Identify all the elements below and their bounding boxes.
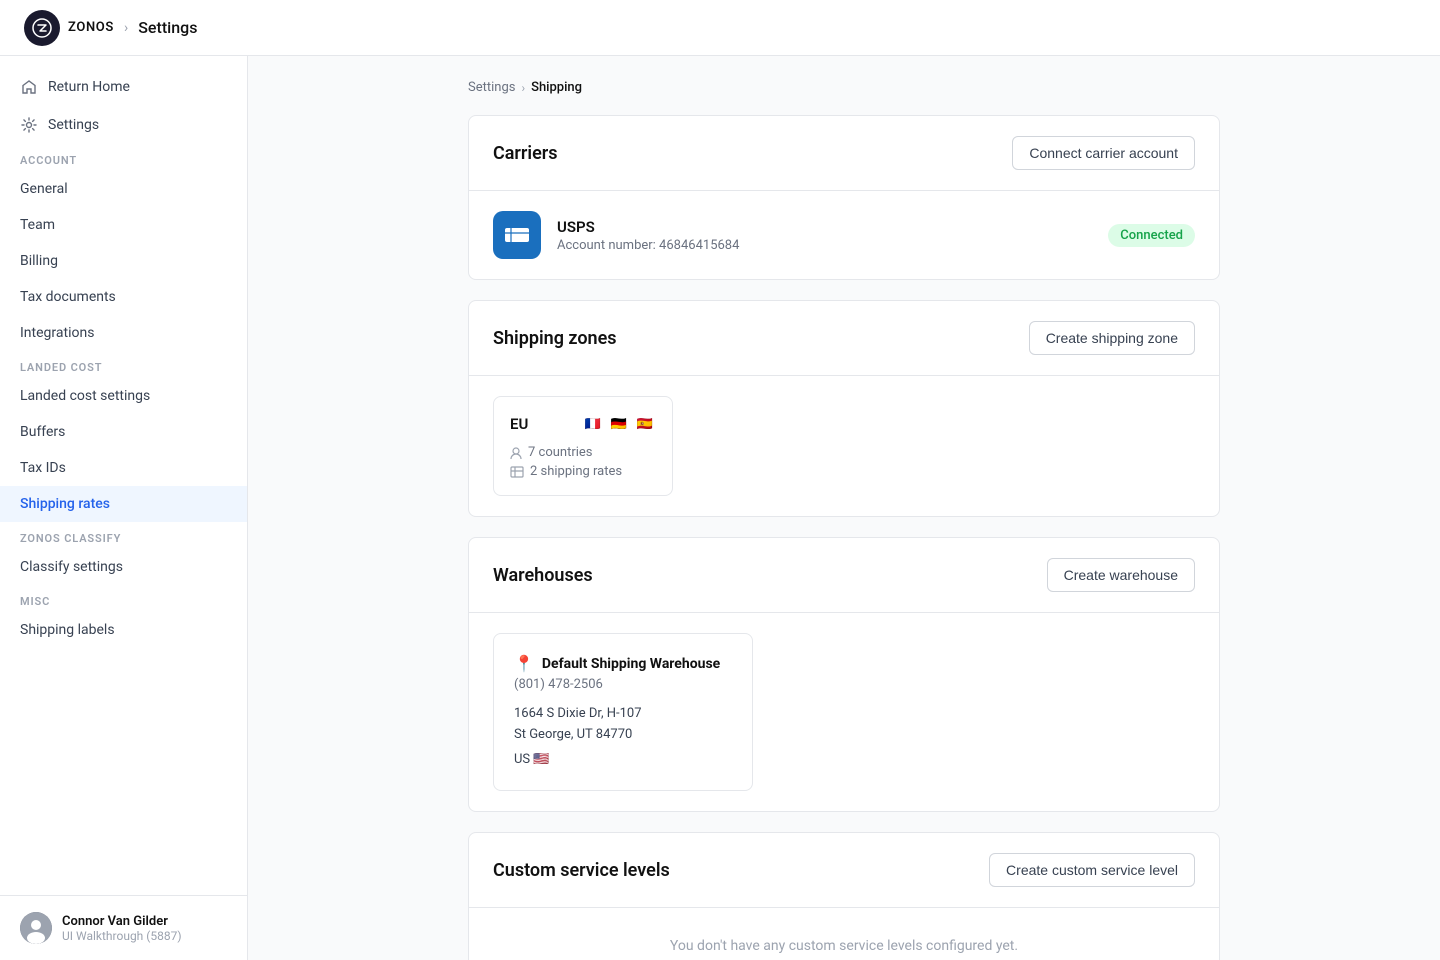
sidebar-item-settings[interactable]: Settings xyxy=(0,106,247,144)
sidebar-section-misc: MISC xyxy=(0,585,247,612)
sidebar-section-classify: ZONOS CLASSIFY xyxy=(0,522,247,549)
sidebar-item-billing[interactable]: Billing xyxy=(0,243,247,279)
warehouse-address-line2: St George, UT 84770 xyxy=(514,725,732,746)
topbar-logo: ZONOS xyxy=(24,10,114,46)
custom-service-levels-empty: You don't have any custom service levels… xyxy=(469,908,1219,960)
warehouse-card[interactable]: 📍 Default Shipping Warehouse (801) 478-2… xyxy=(493,633,753,791)
sidebar-item-general[interactable]: General xyxy=(0,171,247,207)
footer-user-info: Connor Van Gilder UI Walkthrough (5887) xyxy=(62,914,182,943)
warehouses-title: Warehouses xyxy=(493,565,593,586)
shipping-zones-body: EU 🇫🇷 🇩🇪 🇪🇸 7 countries xyxy=(469,376,1219,516)
sidebar-tax-docs-label: Tax documents xyxy=(20,289,116,305)
shipping-zones-header: Shipping zones Create shipping zone xyxy=(469,301,1219,376)
warehouse-phone: (801) 478-2506 xyxy=(514,677,732,692)
zone-meta: 7 countries 2 shipping rates xyxy=(510,445,656,479)
sidebar-tax-ids-label: Tax IDs xyxy=(20,460,66,476)
flag-es: 🇪🇸 xyxy=(634,413,656,435)
carrier-name: USPS xyxy=(557,218,1092,236)
warehouse-country: US 🇺🇸 xyxy=(514,750,732,771)
sidebar-item-integrations[interactable]: Integrations xyxy=(0,315,247,351)
carriers-title: Carriers xyxy=(493,143,558,164)
shipping-zones-section: Shipping zones Create shipping zone EU 🇫… xyxy=(468,300,1220,517)
sidebar-billing-label: Billing xyxy=(20,253,58,269)
topbar-chevron: › xyxy=(124,20,128,36)
sidebar-item-team[interactable]: Team xyxy=(0,207,247,243)
sidebar-footer: Connor Van Gilder UI Walkthrough (5887) xyxy=(0,895,247,960)
warehouse-address-line1: 1664 S Dixie Dr, H-107 xyxy=(514,704,732,725)
breadcrumb: Settings › Shipping xyxy=(468,80,1220,95)
sidebar: Return Home Settings ACCOUNT General Tea… xyxy=(0,56,248,960)
footer-name: Connor Van Gilder xyxy=(62,914,182,929)
zone-countries: 7 countries xyxy=(510,445,656,460)
sidebar-item-shipping-labels[interactable]: Shipping labels xyxy=(0,612,247,648)
sidebar-item-tax-ids[interactable]: Tax IDs xyxy=(0,450,247,486)
create-shipping-zone-button[interactable]: Create shipping zone xyxy=(1029,321,1195,355)
warehouse-address: 1664 S Dixie Dr, H-107 St George, UT 847… xyxy=(514,704,732,770)
carriers-header: Carriers Connect carrier account xyxy=(469,116,1219,191)
sidebar-classify-label: Classify settings xyxy=(20,559,123,575)
main-content: Settings › Shipping Carriers Connect car… xyxy=(248,56,1440,960)
carrier-account: Account number: 46846415684 xyxy=(557,238,1092,253)
breadcrumb-current: Shipping xyxy=(531,80,582,95)
warehouses-header: Warehouses Create warehouse xyxy=(469,538,1219,613)
sidebar-item-landed-cost-settings[interactable]: Landed cost settings xyxy=(0,378,247,414)
sidebar-integrations-label: Integrations xyxy=(20,325,94,341)
connect-carrier-button[interactable]: Connect carrier account xyxy=(1012,136,1195,170)
carrier-row: USPS Account number: 46846415684 Connect… xyxy=(493,211,1195,259)
warehouses-body: 📍 Default Shipping Warehouse (801) 478-2… xyxy=(469,613,1219,811)
home-icon xyxy=(20,78,38,96)
flag-de: 🇩🇪 xyxy=(608,413,630,435)
zone-card-eu[interactable]: EU 🇫🇷 🇩🇪 🇪🇸 7 countries xyxy=(493,396,673,496)
sidebar-section-landed-cost: LANDED COST xyxy=(0,351,247,378)
footer-role: UI Walkthrough (5887) xyxy=(62,929,182,943)
logo-text: ZONOS xyxy=(68,20,114,35)
zone-flags: 🇫🇷 🇩🇪 🇪🇸 xyxy=(582,413,656,435)
sidebar-shipping-labels-label: Shipping labels xyxy=(20,622,115,638)
warehouses-section: Warehouses Create warehouse 📍 Default Sh… xyxy=(468,537,1220,812)
sidebar-section-account: ACCOUNT xyxy=(0,144,247,171)
empty-text: You don't have any custom service levels… xyxy=(670,938,1018,954)
custom-service-levels-section: Custom service levels Create custom serv… xyxy=(468,832,1220,960)
sidebar-landed-cost-label: Landed cost settings xyxy=(20,388,150,404)
create-custom-service-level-button[interactable]: Create custom service level xyxy=(989,853,1195,887)
create-warehouse-button[interactable]: Create warehouse xyxy=(1047,558,1195,592)
sidebar-shipping-rates-label: Shipping rates xyxy=(20,496,110,512)
carrier-status-badge: Connected xyxy=(1108,224,1195,247)
sidebar-general-label: General xyxy=(20,181,68,197)
sidebar-team-label: Team xyxy=(20,217,55,233)
sidebar-item-classify-settings[interactable]: Classify settings xyxy=(0,549,247,585)
shipping-zones-title: Shipping zones xyxy=(493,328,617,349)
topbar: ZONOS › Settings xyxy=(0,0,1440,56)
warehouse-header: 📍 Default Shipping Warehouse xyxy=(514,654,732,673)
sidebar-settings-label: Settings xyxy=(48,117,99,133)
breadcrumb-chevron: › xyxy=(521,81,525,95)
breadcrumb-settings-link[interactable]: Settings xyxy=(468,80,515,95)
sidebar-item-shipping-rates[interactable]: Shipping rates xyxy=(0,486,247,522)
sidebar-item-label: Return Home xyxy=(48,79,130,95)
avatar xyxy=(20,912,52,944)
topbar-page-title: Settings xyxy=(138,18,197,37)
carriers-body: USPS Account number: 46846415684 Connect… xyxy=(469,191,1219,279)
sidebar-item-return-home[interactable]: Return Home xyxy=(0,68,247,106)
carrier-info: USPS Account number: 46846415684 xyxy=(557,218,1092,253)
carrier-logo xyxy=(493,211,541,259)
zone-header: EU 🇫🇷 🇩🇪 🇪🇸 xyxy=(510,413,656,435)
settings-icon xyxy=(20,116,38,134)
zone-shipping-rates-count: 2 shipping rates xyxy=(530,464,622,479)
sidebar-item-tax-documents[interactable]: Tax documents xyxy=(0,279,247,315)
custom-service-levels-header: Custom service levels Create custom serv… xyxy=(469,833,1219,908)
warehouse-name: Default Shipping Warehouse xyxy=(542,656,720,672)
sidebar-nav: Return Home Settings ACCOUNT General Tea… xyxy=(0,56,247,895)
sidebar-item-buffers[interactable]: Buffers xyxy=(0,414,247,450)
zone-name: EU xyxy=(510,415,528,433)
carriers-section: Carriers Connect carrier account USPS xyxy=(468,115,1220,280)
zone-shipping-rates: 2 shipping rates xyxy=(510,464,656,479)
zone-countries-count: 7 countries xyxy=(528,445,593,460)
flag-fr: 🇫🇷 xyxy=(582,413,604,435)
sidebar-buffers-label: Buffers xyxy=(20,424,65,440)
zonos-logo-icon xyxy=(24,10,60,46)
location-pin-icon: 📍 xyxy=(514,654,534,673)
custom-service-levels-title: Custom service levels xyxy=(493,860,670,881)
